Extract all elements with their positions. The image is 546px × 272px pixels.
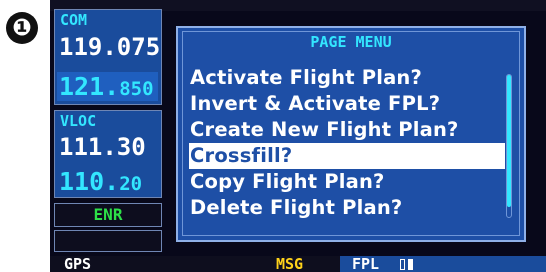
vloc-panel[interactable]: VLOC 111.30 110.20 bbox=[54, 110, 162, 198]
com-label: COM bbox=[60, 11, 88, 29]
menu-scroll-thumb[interactable] bbox=[507, 75, 511, 207]
status-gps: GPS bbox=[64, 255, 92, 272]
page-menu-list: Activate Flight Plan? Invert & Activate … bbox=[189, 65, 505, 221]
empty-annunciator-box bbox=[54, 230, 162, 252]
menu-item-delete-flight-plan[interactable]: Delete Flight Plan? bbox=[189, 195, 505, 221]
step-number-marker: ❶ bbox=[6, 12, 38, 44]
page-menu-frame: PAGE MENU Activate Flight Plan? Invert &… bbox=[182, 31, 520, 236]
menu-item-activate-flight-plan[interactable]: Activate Flight Plan? bbox=[189, 65, 505, 91]
com-panel[interactable]: COM 119.075 121.850 bbox=[54, 9, 162, 105]
status-page-group: FPL bbox=[340, 256, 546, 272]
vloc-active-frequency: 111.30 bbox=[59, 133, 146, 161]
vloc-standby-frequency[interactable]: 110.20 bbox=[59, 167, 142, 196]
mode-annunciator: ENR bbox=[54, 203, 162, 227]
status-msg: MSG bbox=[276, 255, 304, 272]
page-dot-open-icon bbox=[400, 259, 405, 270]
page-menu-title: PAGE MENU bbox=[310, 33, 392, 51]
menu-item-invert-activate-fpl[interactable]: Invert & Activate FPL? bbox=[189, 91, 505, 117]
status-fpl: FPL bbox=[352, 255, 380, 272]
menu-item-create-new-flight-plan[interactable]: Create New Flight Plan? bbox=[189, 117, 505, 143]
menu-scrollbar[interactable] bbox=[506, 74, 512, 218]
vloc-standby-main: 110. bbox=[59, 167, 120, 196]
com-standby-frequency[interactable]: 121.850 bbox=[57, 72, 158, 101]
vloc-standby-decimal: 20 bbox=[119, 173, 143, 195]
vloc-label: VLOC bbox=[60, 112, 97, 130]
gps-screen: COM 119.075 121.850 VLOC 111.30 110.20 E… bbox=[50, 0, 546, 272]
page-menu: PAGE MENU Activate Flight Plan? Invert &… bbox=[176, 26, 526, 242]
page-dot-filled-icon bbox=[408, 259, 413, 270]
com-active-frequency: 119.075 bbox=[59, 33, 161, 61]
menu-item-crossfill[interactable]: Crossfill? bbox=[189, 143, 505, 169]
com-standby-decimal: 850 bbox=[119, 78, 154, 100]
menu-item-copy-flight-plan[interactable]: Copy Flight Plan? bbox=[189, 169, 505, 195]
status-bar: GPS MSG FPL bbox=[50, 256, 546, 272]
com-standby-main: 121. bbox=[59, 72, 120, 101]
